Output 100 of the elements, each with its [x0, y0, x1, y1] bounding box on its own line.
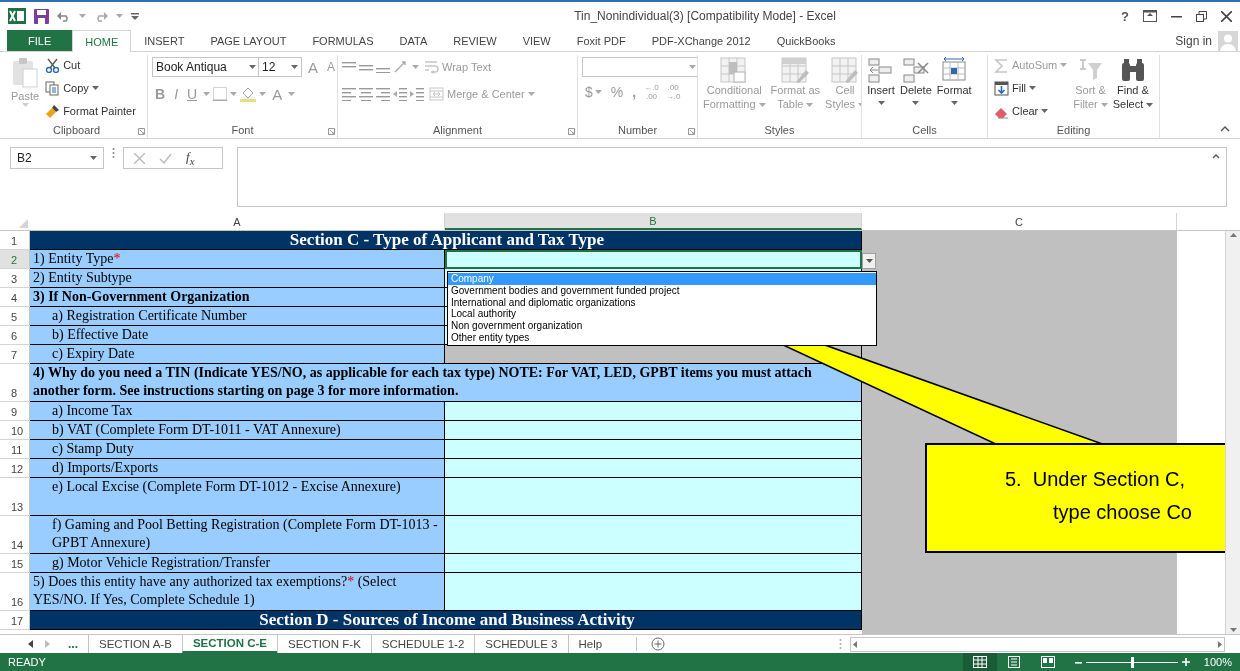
- ribbon-tab[interactable]: VIEW: [509, 30, 564, 51]
- zoom-in-icon[interactable]: [1181, 658, 1190, 666]
- table-cell[interactable]: [445, 402, 862, 421]
- previous-sheet-icon[interactable]: [28, 640, 33, 648]
- table-cell[interactable]: [445, 478, 862, 516]
- ribbon-tab[interactable]: FORMULAS: [299, 30, 387, 51]
- increase-indent-icon[interactable]: [410, 87, 424, 101]
- dropdown-option[interactable]: Other entity types: [448, 332, 876, 344]
- ribbon-button[interactable]: Format: [935, 55, 973, 122]
- borders-icon[interactable]: [213, 87, 228, 101]
- zoom-level[interactable]: 100%: [1203, 656, 1232, 668]
- restore-icon[interactable]: [1196, 10, 1207, 22]
- name-box[interactable]: B2: [10, 147, 104, 169]
- table-cell: c) Expiry Date: [30, 345, 445, 364]
- more-sheets-button[interactable]: ...: [58, 637, 88, 651]
- table-cell: 4) Why do you need a TIN (Indicate YES/NO, as applicable for each tax type) NOTE: For VAT, LED, GPBT items you must attach another form. See instructions starting on page 3 for more information.: [30, 364, 862, 402]
- row-header[interactable]: 2: [0, 250, 30, 269]
- fill-color-icon[interactable]: [240, 86, 257, 102]
- table-cell: f) Gaming and Pool Betting Registration (Complete Form DT-1013 - GPBT Annexure): [30, 516, 445, 554]
- caret-icon: [594, 90, 602, 94]
- dropdown-option[interactable]: International and diplomatic organizations: [448, 296, 876, 309]
- decrease-indent-icon[interactable]: [393, 87, 407, 101]
- new-sheet-icon[interactable]: [651, 637, 666, 651]
- sheet-tab[interactable]: SECTION C-E: [181, 635, 277, 653]
- ribbon-button[interactable]: Find & Select: [1111, 55, 1155, 122]
- ribbon-button[interactable]: Format Painter: [43, 101, 138, 121]
- scroll-down-icon[interactable]: [1229, 628, 1237, 632]
- ribbon-tab[interactable]: HOME: [72, 30, 132, 52]
- group-label: Alignment: [433, 124, 482, 136]
- ribbon-button[interactable]: Cut: [43, 55, 138, 75]
- clipboard-icon: [11, 57, 40, 89]
- table-cell[interactable]: [445, 421, 862, 440]
- table-cell: b) VAT (Complete Form DT-1011 - VAT Annexure): [30, 421, 445, 440]
- dropdown-button[interactable]: [862, 253, 876, 269]
- customize-icon[interactable]: [131, 12, 139, 20]
- caret-icon: [230, 92, 238, 96]
- ribbon-button[interactable]: Clear: [992, 101, 1070, 121]
- slider-thumb[interactable]: [1130, 656, 1134, 668]
- ribbon-tab[interactable]: PDF-XChange 2012: [638, 30, 764, 51]
- table-cell[interactable]: [445, 573, 862, 611]
- ribbon-tab[interactable]: REVIEW: [440, 30, 510, 51]
- ribbon-tab[interactable]: INSERT: [131, 30, 198, 51]
- ribbon-display-icon[interactable]: [1143, 10, 1157, 22]
- file-tab[interactable]: FILE: [7, 30, 73, 51]
- scroll-left-icon[interactable]: [853, 640, 857, 648]
- undo-icon[interactable]: [57, 10, 71, 22]
- wrap-text-icon: [424, 59, 439, 75]
- sign-in-link[interactable]: Sign in: [1175, 33, 1212, 48]
- save-icon[interactable]: [34, 8, 49, 24]
- fill-down-icon: [994, 80, 1009, 96]
- table-format-icon: [781, 57, 810, 83]
- paintbrush-icon: [45, 103, 61, 119]
- table-cell: 2) Entity Subtype: [30, 269, 445, 288]
- ribbon-button[interactable]: Fill: [992, 78, 1070, 98]
- status-text: READY: [8, 656, 46, 668]
- ribbon-tab[interactable]: DATA: [386, 30, 441, 51]
- ribbon-tab[interactable]: Foxit PDF: [563, 30, 639, 51]
- close-icon[interactable]: [1221, 10, 1232, 22]
- vertical-scrollbar[interactable]: [1225, 231, 1240, 634]
- launcher-icon[interactable]: [568, 128, 575, 135]
- view-button[interactable]: [962, 653, 997, 671]
- caret-icon: [291, 65, 298, 69]
- align-right-icon[interactable]: [376, 87, 390, 101]
- format-cells-icon: [940, 57, 969, 83]
- insert-cells-icon: [867, 57, 895, 83]
- table-cell: g) Motor Vehicle Registration/Transfer: [30, 554, 445, 573]
- normal-view-icon: [972, 656, 987, 668]
- redo-icon[interactable]: [94, 10, 108, 22]
- column-header[interactable]: B: [445, 213, 862, 230]
- caret-icon: [865, 259, 873, 263]
- formula-field[interactable]: [237, 147, 1227, 207]
- help-button[interactable]: ?: [1121, 8, 1129, 24]
- scroll-up-icon[interactable]: [1229, 233, 1237, 237]
- splitter-icon: [839, 638, 842, 650]
- ribbon-tab[interactable]: PAGE LAYOUT: [197, 30, 300, 51]
- table-cell[interactable]: [445, 554, 862, 573]
- align-left-icon[interactable]: [342, 87, 356, 101]
- group-label: Cells: [912, 124, 937, 136]
- ribbon-tab[interactable]: QuickBooks: [763, 30, 849, 51]
- expand-icon[interactable]: [1212, 154, 1220, 159]
- dropdown-option[interactable]: Government bodies and government funded project: [448, 284, 876, 297]
- insert-function-button[interactable]: f$_{x}$: [186, 149, 195, 167]
- table-cell[interactable]: [445, 459, 862, 478]
- ribbon-button[interactable]: Delete: [899, 55, 933, 122]
- number-format-field[interactable]: [582, 57, 697, 77]
- dropdown-option[interactable]: Non government organization: [448, 320, 876, 332]
- dropdown-list[interactable]: Company Government bodies and government funded project International and diplomatic organizations Local authority Non government organization Other entity types: [447, 271, 877, 346]
- orientation-icon[interactable]: [393, 60, 409, 74]
- dropdown-option[interactable]: Local authority: [448, 308, 876, 321]
- align-center-icon[interactable]: [359, 87, 373, 101]
- ribbon-button[interactable]: Copy: [43, 78, 138, 98]
- window-title: Tin_Nonindividual(3) [Compatibility Mode] - Excel: [573, 9, 837, 23]
- scroll-right-icon[interactable]: [1218, 640, 1222, 648]
- launcher-icon[interactable]: [138, 128, 145, 135]
- table-cell[interactable]: [445, 440, 862, 459]
- horizontal-scrollbar[interactable]: [850, 636, 1225, 652]
- collapse-ribbon-icon[interactable]: [1220, 126, 1230, 132]
- selected-cell[interactable]: [445, 250, 862, 269]
- ribbon-button[interactable]: Insert: [866, 55, 896, 122]
- table-cell[interactable]: [445, 516, 862, 554]
